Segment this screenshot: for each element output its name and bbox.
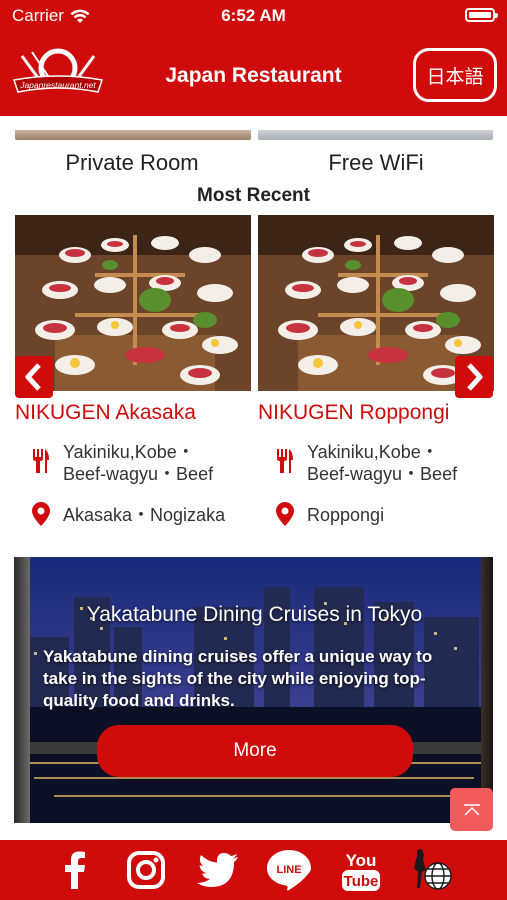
line-label: LINE: [276, 864, 301, 876]
status-bar: Carrier 6:52 AM: [0, 0, 507, 30]
banner-next-peek: [481, 557, 493, 823]
cuisine-line: Yakiniku,Kobe・: [63, 442, 195, 462]
instagram-icon: [127, 851, 165, 889]
chevron-right-icon: [467, 363, 483, 391]
cutlery-icon: [277, 449, 293, 473]
map-pin-icon: [276, 502, 294, 526]
cuisine-line: Yakiniku,Kobe・: [307, 442, 439, 462]
section-title-most-recent: Most Recent: [197, 185, 310, 206]
twitter-link[interactable]: [196, 848, 240, 892]
restaurant-cuisine: Yakiniku,Kobe・ Beef-wagyu・Beef: [307, 441, 457, 485]
language-toggle-button[interactable]: 日本語: [413, 48, 497, 102]
chevron-up-icon: [463, 803, 480, 816]
social-footer: LINE You Tube: [0, 840, 507, 900]
restaurant-location: Akasaka・Nogizaka: [63, 505, 226, 525]
banner-description: Yakatabune dining cruises offer a unique…: [43, 647, 433, 710]
feature-label-free-wifi[interactable]: Free WiFi: [258, 150, 494, 176]
twitter-icon: [197, 853, 238, 887]
youtube-icon: You Tube: [342, 851, 380, 891]
cuisine-line: Beef-wagyu・Beef: [63, 464, 214, 484]
restaurant-cuisine: Yakiniku,Kobe・ Beef-wagyu・Beef: [63, 441, 213, 485]
youtube-link[interactable]: You Tube: [340, 848, 382, 892]
map-pin-icon: [32, 502, 50, 526]
line-icon: LINE: [267, 850, 311, 891]
carousel-prev-button[interactable]: [15, 356, 53, 398]
restaurant-name[interactable]: NIKUGEN Akasaka: [15, 401, 196, 425]
status-time: 6:52 AM: [221, 6, 286, 25]
globe-icon: [414, 849, 452, 890]
facebook-icon: [65, 851, 85, 889]
restaurant-location: Roppongi: [307, 505, 385, 525]
facebook-link[interactable]: [60, 848, 90, 892]
chevron-left-icon: [25, 363, 41, 391]
youtube-label-bottom: Tube: [344, 873, 379, 890]
line-link[interactable]: LINE: [266, 848, 312, 892]
cutlery-icon: [33, 449, 49, 473]
travel-site-link[interactable]: [410, 848, 456, 892]
battery-icon: [465, 8, 498, 22]
restaurant-name[interactable]: NIKUGEN Roppongi: [258, 401, 449, 425]
instagram-link[interactable]: [125, 848, 167, 892]
feature-image-private-room[interactable]: [15, 130, 251, 140]
more-button[interactable]: More: [97, 725, 413, 777]
feature-image-free-wifi[interactable]: [258, 130, 493, 140]
youtube-label-top: You: [346, 851, 377, 870]
banner-title: Yakatabune Dining Cruises in Tokyo: [86, 603, 423, 626]
cuisine-line: Beef-wagyu・Beef: [307, 464, 458, 484]
feature-label-private-room[interactable]: Private Room: [14, 150, 250, 176]
banner-prev-peek: [14, 557, 30, 823]
carousel-next-button[interactable]: [455, 356, 493, 398]
scroll-to-top-button[interactable]: [450, 788, 493, 831]
